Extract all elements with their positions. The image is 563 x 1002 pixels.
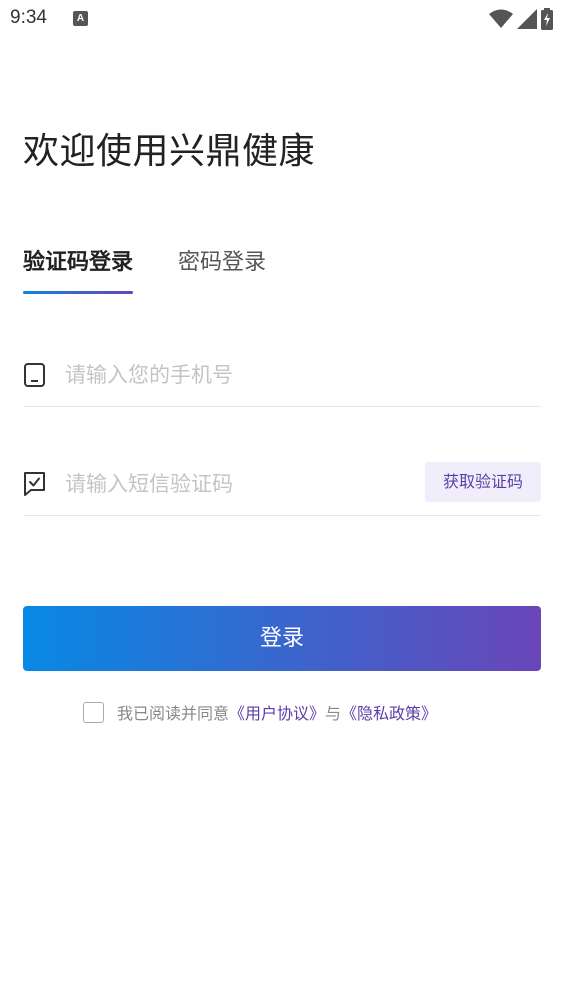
cellular-signal-icon (517, 9, 537, 29)
active-tab-underline (23, 291, 134, 294)
tab-sms-code-login[interactable]: 验证码登录 (23, 244, 134, 294)
login-button[interactable]: 登录 (23, 606, 541, 671)
phone-icon (24, 363, 45, 387)
status-time: 9:34 (10, 7, 47, 28)
tab-password-login[interactable]: 密码登录 (178, 244, 266, 294)
phone-input[interactable] (65, 356, 395, 394)
login-tabs: 验证码登录 密码登录 (23, 244, 266, 294)
agreement-prefix: 我已阅读并同意 (117, 704, 230, 723)
phone-row (23, 346, 541, 407)
status-icons (489, 8, 553, 30)
page-title: 欢迎使用兴鼎健康 (23, 131, 316, 172)
tab-label: 密码登录 (178, 250, 267, 275)
notification-a-icon: A (73, 11, 88, 26)
sms-code-input[interactable] (65, 465, 395, 503)
get-code-button[interactable]: 获取验证码 (425, 462, 541, 502)
user-agreement-link[interactable]: 《用户协议》 (229, 700, 325, 724)
sms-code-row: 获取验证码 (23, 455, 541, 516)
battery-icon (541, 8, 553, 30)
agreement-checkbox[interactable] (83, 701, 104, 723)
tab-label: 验证码登录 (23, 250, 134, 275)
status-bar: 9:34 A (0, 0, 563, 36)
privacy-policy-link[interactable]: 《隐私政策》 (341, 700, 437, 724)
agreement-joiner: 与 (325, 704, 342, 723)
agreement-row: 我已阅读并同意 《用户协议》 与 《隐私政策》 (83, 700, 437, 724)
wifi-icon (489, 9, 513, 28)
message-check-icon (24, 472, 45, 496)
